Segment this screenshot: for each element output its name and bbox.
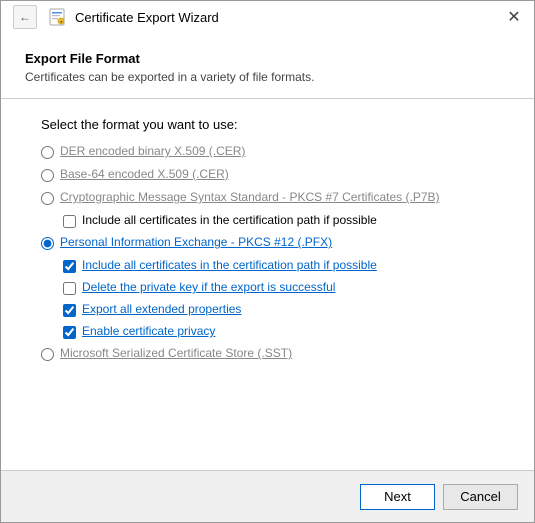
- title-bar-left: ← ★ Certificate Export Wizard: [13, 5, 219, 29]
- sub-options-4: Include all certificates in the certific…: [63, 258, 494, 339]
- radio-label-sst[interactable]: Microsoft Serialized Certificate Store (…: [60, 346, 292, 360]
- radio-sst[interactable]: [41, 348, 54, 361]
- checkbox-export-props[interactable]: [63, 304, 76, 317]
- option-group-4: Personal Information Exchange - PKCS #12…: [41, 235, 494, 339]
- main-section: Select the format you want to use: DER e…: [1, 99, 534, 470]
- checkbox-row-3-1: Include all certificates in the certific…: [63, 213, 494, 228]
- select-label: Select the format you want to use:: [41, 117, 494, 132]
- back-button[interactable]: ←: [13, 5, 37, 29]
- radio-der[interactable]: [41, 146, 54, 159]
- dialog: ← ★ Certificate Export Wizard ✕ Export F…: [0, 0, 535, 523]
- radio-label-base64[interactable]: Base-64 encoded X.509 (.CER): [60, 167, 229, 181]
- radio-label-pkcs7[interactable]: Cryptographic Message Syntax Standard - …: [60, 190, 440, 204]
- content-area: Export File Format Certificates can be e…: [1, 33, 534, 470]
- option-row-4: Personal Information Exchange - PKCS #12…: [41, 235, 494, 250]
- checkbox-label-export-props[interactable]: Export all extended properties: [82, 302, 241, 316]
- radio-base64[interactable]: [41, 169, 54, 182]
- title-bar: ← ★ Certificate Export Wizard ✕: [1, 1, 534, 33]
- cancel-button[interactable]: Cancel: [443, 484, 518, 510]
- next-button[interactable]: Next: [360, 484, 435, 510]
- close-button[interactable]: ✕: [502, 5, 526, 29]
- radio-pkcs7[interactable]: [41, 192, 54, 205]
- radio-label-der[interactable]: DER encoded binary X.509 (.CER): [60, 144, 245, 158]
- option-row-3: Cryptographic Message Syntax Standard - …: [41, 190, 494, 205]
- checkbox-row-4-4: Enable certificate privacy: [63, 324, 494, 339]
- checkbox-row-4-2: Delete the private key if the export is …: [63, 280, 494, 295]
- checkbox-include-certs-3[interactable]: [63, 215, 76, 228]
- radio-label-pkcs12[interactable]: Personal Information Exchange - PKCS #12…: [60, 235, 332, 249]
- sub-options-3: Include all certificates in the certific…: [63, 213, 494, 228]
- wizard-icon: ★: [47, 7, 67, 27]
- header-title: Export File Format: [25, 51, 510, 66]
- checkbox-label-include-certs-3[interactable]: Include all certificates in the certific…: [82, 213, 377, 227]
- header-description: Certificates can be exported in a variet…: [25, 70, 510, 84]
- header-section: Export File Format Certificates can be e…: [1, 33, 534, 99]
- checkbox-label-cert-privacy[interactable]: Enable certificate privacy: [82, 324, 215, 338]
- footer: Next Cancel: [1, 470, 534, 522]
- option-group-3: Cryptographic Message Syntax Standard - …: [41, 190, 494, 228]
- checkbox-delete-key[interactable]: [63, 282, 76, 295]
- radio-pkcs12[interactable]: [41, 237, 54, 250]
- checkbox-label-delete-key[interactable]: Delete the private key if the export is …: [82, 280, 335, 294]
- checkbox-cert-privacy[interactable]: [63, 326, 76, 339]
- checkbox-include-certs-4[interactable]: [63, 260, 76, 273]
- checkbox-row-4-3: Export all extended properties: [63, 302, 494, 317]
- checkbox-row-4-1: Include all certificates in the certific…: [63, 258, 494, 273]
- option-row-5: Microsoft Serialized Certificate Store (…: [41, 346, 494, 361]
- checkbox-label-include-certs-4[interactable]: Include all certificates in the certific…: [82, 258, 377, 272]
- dialog-title: Certificate Export Wizard: [75, 10, 219, 25]
- option-row-2: Base-64 encoded X.509 (.CER): [41, 167, 494, 182]
- svg-text:★: ★: [60, 19, 64, 24]
- option-row-1: DER encoded binary X.509 (.CER): [41, 144, 494, 159]
